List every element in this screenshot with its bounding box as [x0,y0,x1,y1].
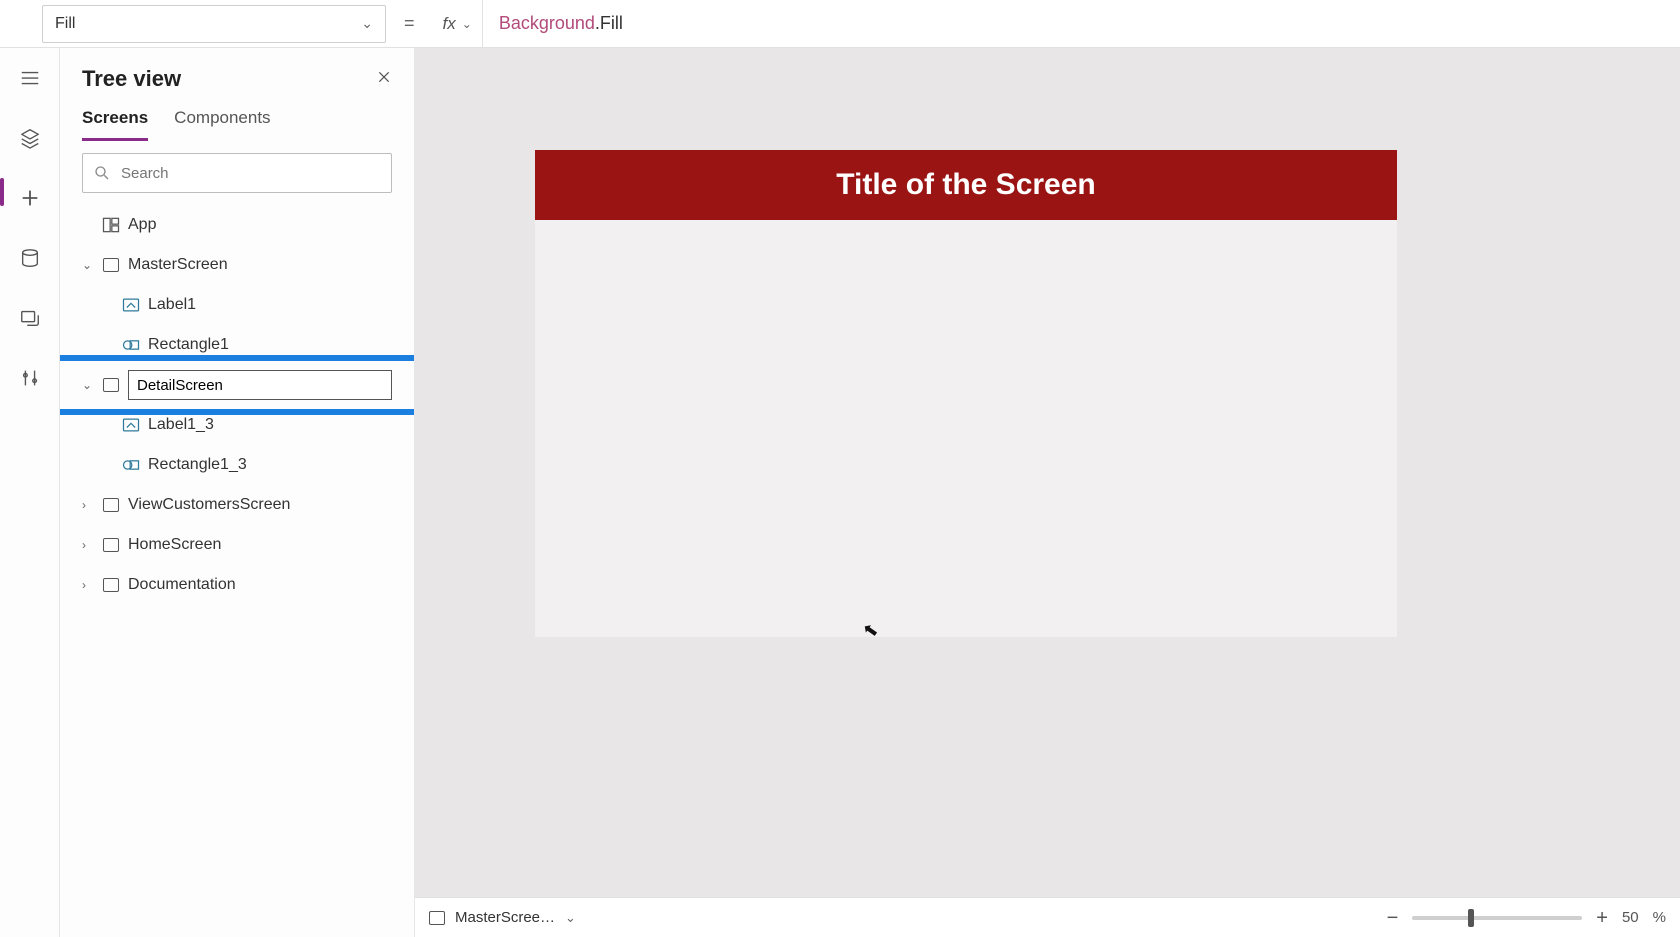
artboard[interactable]: Title of the Screen [535,150,1397,637]
rectangle-icon [120,454,142,476]
selected-screen-name[interactable]: MasterScree… [455,909,555,926]
zoom-in-button[interactable]: + [1596,908,1608,928]
tree-node-screen[interactable]: ⌄ MasterScreen [60,245,414,285]
formula-input[interactable]: Background.Fill [483,13,1680,35]
app-icon [100,214,122,236]
tree-node-label: Label1_3 [148,416,214,434]
zoom-out-button[interactable]: − [1387,908,1399,928]
tree-node-label: Rectangle1 [148,336,229,354]
tree-node-control[interactable]: Label1_3 [60,405,414,445]
fx-label: fx [443,14,456,34]
chevron-down-icon: ⌄ [361,15,373,32]
tree-view-panel: Tree view Screens Components App ⌄ [60,48,415,937]
canvas[interactable]: Title of the Screen ⬉ MasterScree… ⌄ − +… [415,48,1680,937]
rail-active-indicator [0,178,4,206]
tree-node-screen[interactable]: › ViewCustomersScreen [60,485,414,525]
property-dropdown-value: Fill [55,15,75,33]
label-icon [120,414,142,436]
rename-input[interactable] [128,370,392,400]
screen-icon [100,574,122,596]
screen-title-bar[interactable]: Title of the Screen [535,150,1397,220]
chevron-down-icon[interactable]: ⌄ [565,910,576,926]
chevron-down-icon[interactable]: ⌄ [82,378,98,392]
left-rail [0,48,60,937]
tree-view-button[interactable] [16,124,44,152]
tree-node-label: Rectangle1_3 [148,456,247,474]
plus-icon [19,187,41,209]
close-panel-button[interactable] [376,69,392,90]
label-icon [120,294,142,316]
insert-button[interactable] [16,184,44,212]
search-icon [93,164,111,182]
fx-button[interactable]: fx ⌄ [433,0,483,47]
screen-icon [429,911,445,925]
tree-node-control[interactable]: Rectangle1 [60,325,414,365]
tree-node-label: Label1 [148,296,196,314]
tree-node-label: ViewCustomersScreen [128,496,290,514]
layers-icon [19,127,41,149]
tree-node-label: App [128,216,156,234]
formula-identifier: Background [499,13,595,33]
screen-body[interactable] [535,220,1397,637]
tree-node-label: MasterScreen [128,256,228,274]
screen-icon [100,254,122,276]
close-icon [376,69,392,85]
tree-node-control[interactable]: Rectangle1_3 [60,445,414,485]
tree-node-label: HomeScreen [128,536,221,554]
tree-node-app[interactable]: App [60,205,414,245]
canvas-status-bar: MasterScree… ⌄ − + 50 % [415,897,1680,937]
screen-icon [100,494,122,516]
property-dropdown[interactable]: Fill ⌄ [42,5,386,43]
chevron-down-icon[interactable]: ⌄ [82,258,98,272]
tab-screens[interactable]: Screens [82,108,148,141]
tree-search[interactable] [82,153,392,193]
chevron-right-icon[interactable]: › [82,578,98,592]
database-icon [19,247,41,269]
tree-node-screen[interactable]: › Documentation [60,565,414,605]
data-button[interactable] [16,244,44,272]
zoom-value: 50 [1622,909,1639,926]
tree: App ⌄ MasterScreen Label1 Rectang [60,201,414,937]
tree-node-screen-editing: ⌄ [60,365,414,405]
tree-node-control[interactable]: Label1 [60,285,414,325]
main-area: Tree view Screens Components App ⌄ [0,48,1680,937]
chevron-right-icon[interactable]: › [82,498,98,512]
sliders-icon [19,367,41,389]
tree-header: Tree view [60,48,414,96]
tree-tabs: Screens Components [60,96,414,141]
zoom-slider[interactable] [1412,916,1582,920]
zoom-suffix: % [1653,909,1666,926]
tools-button[interactable] [16,364,44,392]
search-input[interactable] [119,164,381,183]
formula-bar: Fill ⌄ = fx ⌄ Background.Fill [0,0,1680,48]
tree-node-label: Documentation [128,576,236,594]
screen-title-text: Title of the Screen [836,168,1096,202]
zoom-slider-thumb[interactable] [1468,909,1474,927]
media-icon [19,307,41,329]
tree-node-screen[interactable]: › HomeScreen [60,525,414,565]
rectangle-icon [120,334,142,356]
tree-title: Tree view [82,66,181,92]
hamburger-button[interactable] [16,64,44,92]
screen-icon [100,374,122,396]
hamburger-icon [19,67,41,89]
tab-components[interactable]: Components [174,108,270,141]
chevron-down-icon: ⌄ [462,17,472,31]
formula-rest: .Fill [595,13,623,33]
chevron-right-icon[interactable]: › [82,538,98,552]
equals-icon: = [404,13,415,34]
screen-icon [100,534,122,556]
media-button[interactable] [16,304,44,332]
